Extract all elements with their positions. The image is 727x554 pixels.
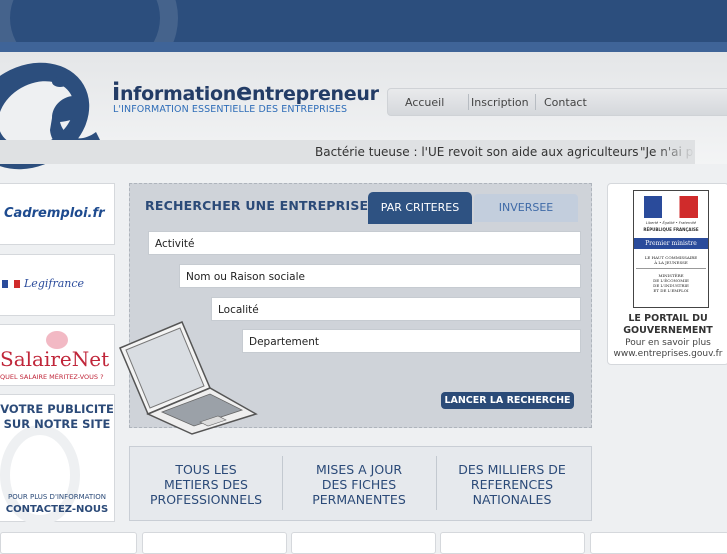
main-nav: Accueil Inscription Contact [387, 88, 727, 116]
bottom-box[interactable] [440, 532, 585, 554]
salairenet-slogan: QUEL SALAIRE MÉRITEZ-VOUS ? [0, 373, 104, 381]
search-button[interactable]: LANCER LA RECHERCHE [441, 392, 574, 409]
search-title: RECHERCHER UNE ENTREPRISE [145, 198, 369, 213]
contact-link[interactable]: CONTACTEZ-NOUS [0, 504, 114, 515]
nav-divider [468, 94, 469, 110]
feature-divider [282, 456, 283, 510]
gov-portal-title: LE PORTAIL DU GOUVERNEMENT [623, 313, 713, 336]
cadremploi-logo: Cadremploi.fr [4, 206, 105, 221]
nav-divider [535, 94, 536, 110]
news-ticker: Bactérie tueuse : l'UE revoit son aide a… [0, 140, 695, 164]
bottom-box[interactable] [0, 532, 137, 554]
salairenet-ad[interactable]: SalaireNet QUEL SALAIRE MÉRITEZ-VOUS ? [0, 324, 115, 386]
legifrance-ad[interactable]: Legifrance [0, 254, 115, 316]
bottom-box[interactable] [590, 532, 727, 554]
cadremploi-ad[interactable]: Cadremploi.fr [0, 183, 115, 245]
nav-inscription[interactable]: Inscription [471, 96, 529, 109]
tab-par-criteres[interactable]: PAR CRITERES [368, 192, 472, 224]
legifrance-logo: Legifrance [24, 277, 85, 290]
localite-field[interactable]: Localité [211, 297, 581, 321]
gov-portal-link: Pour en savoir plus www.entreprises.gouv… [613, 338, 723, 359]
bottom-box[interactable] [142, 532, 287, 554]
top-banner [0, 0, 727, 52]
gov-emblem: Liberté • Égalité • Fraternité RÉPUBLIQU… [633, 190, 709, 308]
ticker-item[interactable]: Bactérie tueuse : l'UE revoit son aide a… [315, 145, 639, 159]
ticker-fade [655, 140, 695, 164]
french-flag-icon [2, 280, 20, 288]
activite-field[interactable]: Activité [148, 231, 581, 255]
salairenet-logo: SalaireNet [0, 347, 110, 371]
feature-metiers: TOUS LES METIERS DES PROFESSIONNELS [149, 462, 263, 507]
site-name: informationentrepreneur [112, 78, 379, 106]
marianne-icon [644, 196, 698, 218]
tab-inversee[interactable]: INVERSEE [474, 194, 578, 222]
advertise-info: POUR PLUS D'INFORMATION [8, 493, 106, 501]
nav-accueil[interactable]: Accueil [405, 96, 444, 109]
advertise-heading: VOTRE PUBLICITE SUR NOTRE SITE [0, 402, 114, 431]
advertise-box[interactable]: VOTRE PUBLICITE SUR NOTRE SITE POUR PLUS… [0, 394, 115, 525]
feature-divider [436, 456, 437, 510]
nav-contact[interactable]: Contact [544, 96, 587, 109]
feature-references: DES MILLIERS DE REFERENCES NATIONALES [458, 462, 566, 507]
feature-mises-a-jour: MISES A JOUR DES FICHES PERMANENTES [312, 462, 406, 507]
bottom-box[interactable] [291, 532, 436, 554]
site-tagline: L'INFORMATION ESSENTIELLE DES ENTREPRISE… [113, 104, 348, 115]
banner-strip [0, 42, 727, 52]
nom-field[interactable]: Nom ou Raison sociale [179, 264, 581, 288]
gov-portal-box[interactable]: Liberté • Égalité • Fraternité RÉPUBLIQU… [607, 183, 727, 365]
laptop-icon [119, 321, 258, 435]
departement-field[interactable]: Departement [242, 329, 581, 353]
